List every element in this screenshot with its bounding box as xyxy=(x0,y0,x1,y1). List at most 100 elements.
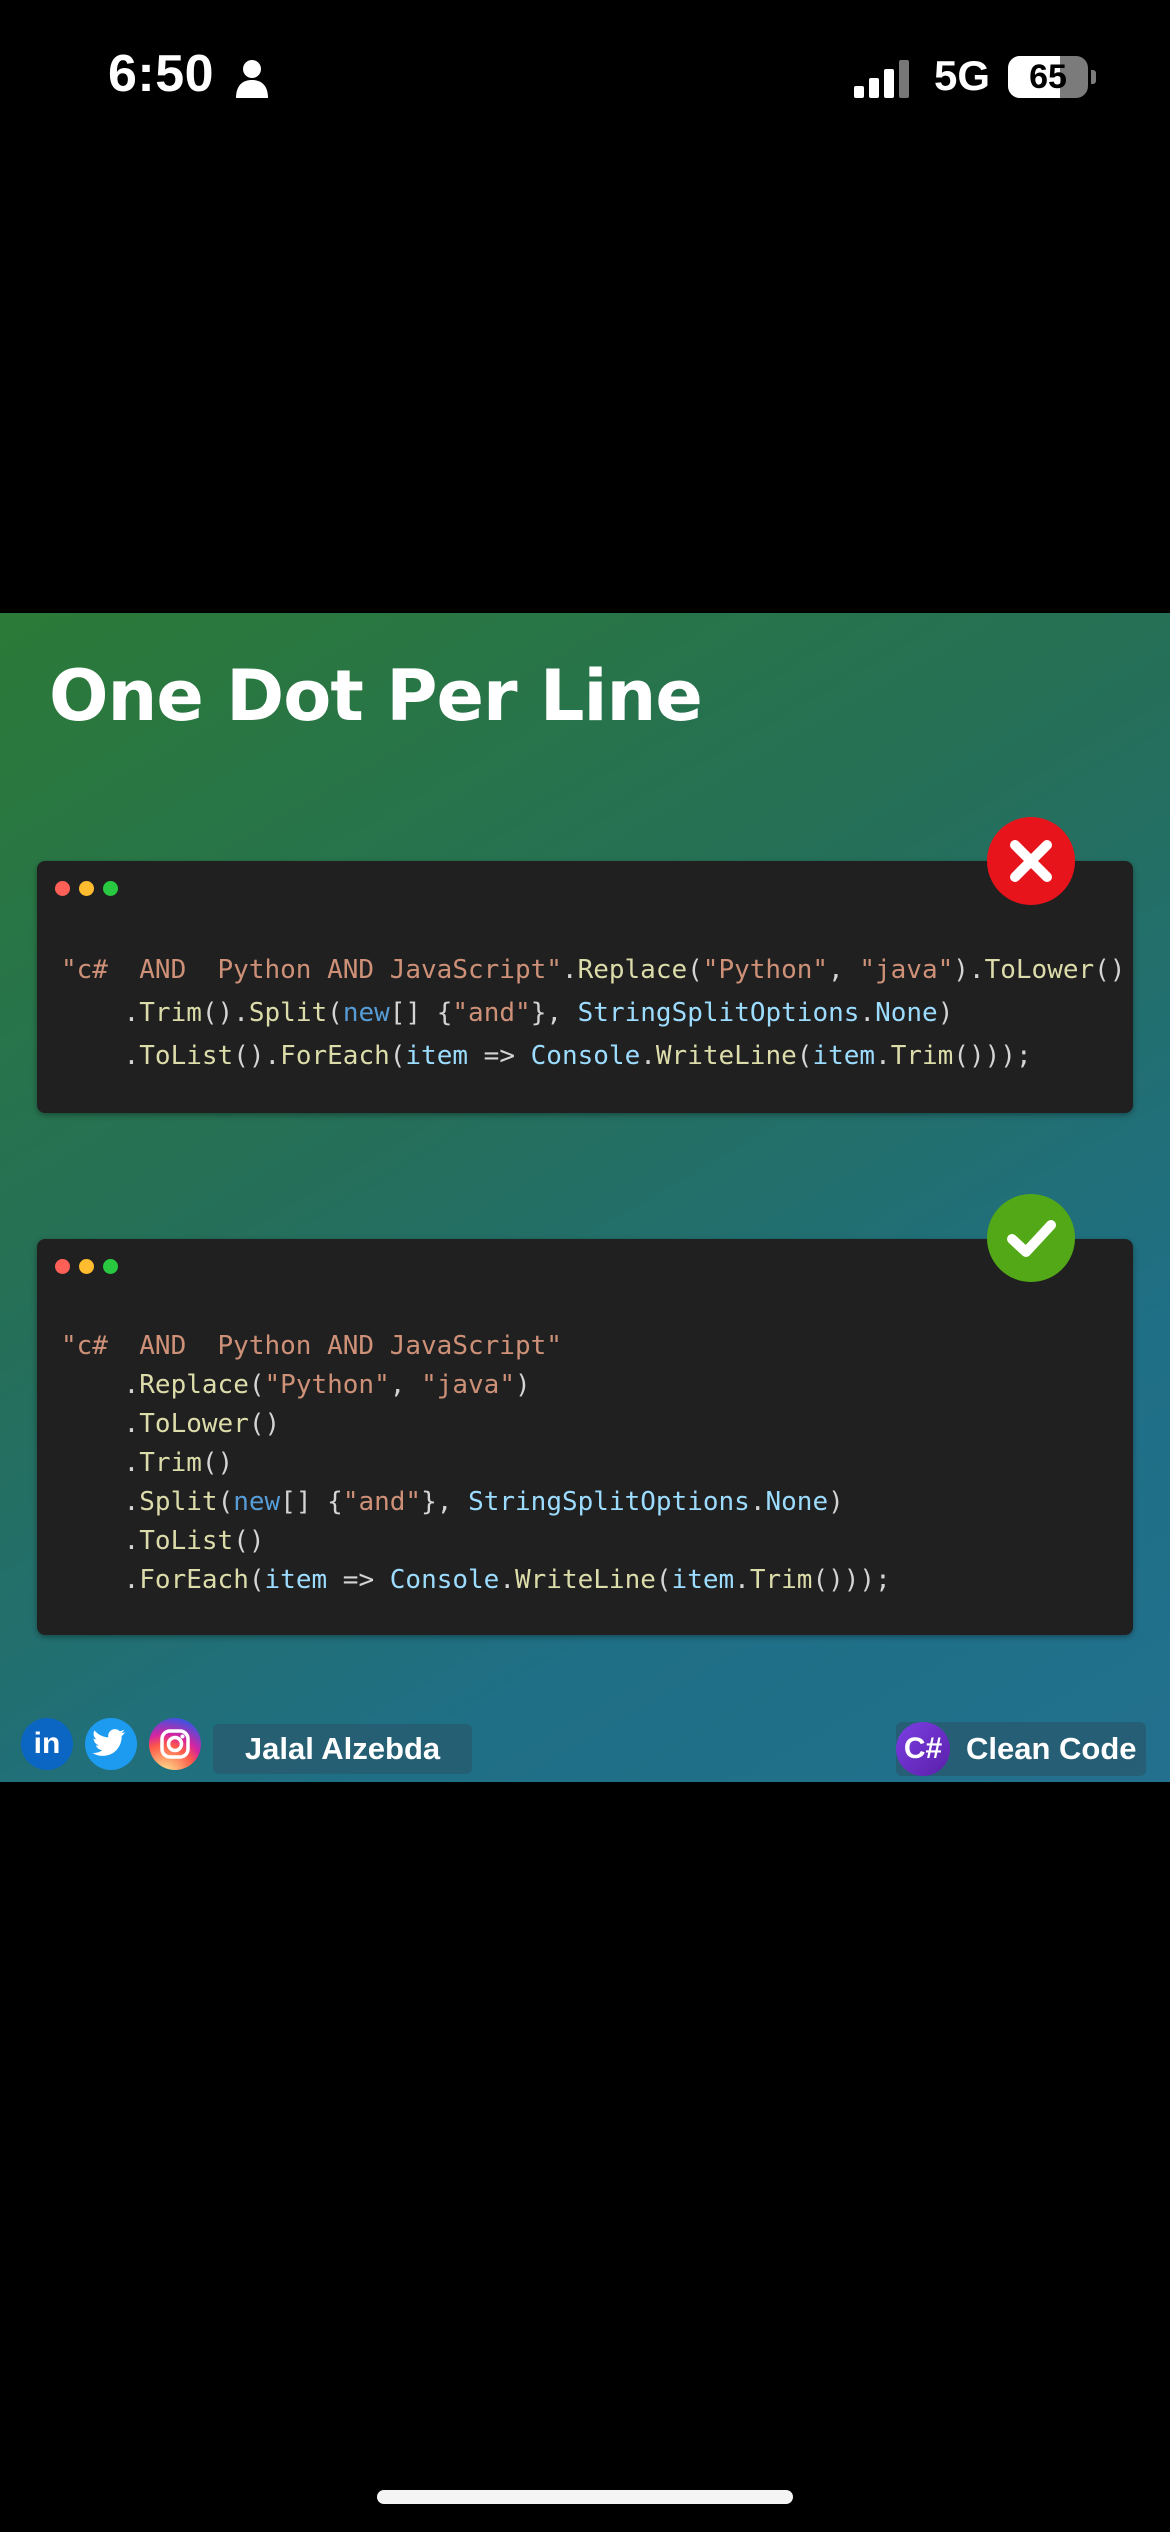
code-token: ())); xyxy=(812,1565,891,1595)
code-token: . xyxy=(859,998,876,1028)
code-line: .Trim().Split(new[] {"and"}, StringSplit… xyxy=(61,992,1125,1035)
author-name: Jalal Alzebda xyxy=(244,1731,441,1766)
status-time: 6:50 xyxy=(108,45,215,103)
code-token: ToList xyxy=(139,1041,234,1071)
code-token: [] { xyxy=(280,1487,343,1517)
code-token: => xyxy=(468,1041,531,1071)
code-token: StringSplitOptions xyxy=(577,998,860,1028)
code-line: .ToLower() xyxy=(61,1405,891,1444)
code-token: "Python" xyxy=(264,1370,390,1400)
brand-label: Clean Code xyxy=(966,1731,1137,1766)
code-token: new xyxy=(342,998,390,1028)
code-token: . xyxy=(61,998,140,1028)
code-token: "c# AND Python AND JavaScript" xyxy=(61,955,562,985)
code-token: . xyxy=(61,1487,140,1517)
code-token: () xyxy=(1094,955,1126,985)
code-token: . xyxy=(499,1565,515,1595)
close-icon xyxy=(987,817,1075,905)
home-indicator[interactable] xyxy=(377,2490,793,2504)
window-minimize-dot xyxy=(79,881,94,896)
window-controls xyxy=(55,881,127,897)
code-token: ForEach xyxy=(280,1041,390,1071)
code-token: . xyxy=(61,1565,140,1595)
code-token: ToList xyxy=(139,1526,234,1556)
code-token: WriteLine xyxy=(655,1041,797,1071)
code-token: (). xyxy=(233,1041,281,1071)
code-token: ForEach xyxy=(139,1565,249,1595)
code-token: Split xyxy=(248,998,328,1028)
code-token: . xyxy=(61,1526,140,1556)
code-token: ToLower xyxy=(984,955,1095,985)
code-token: item xyxy=(264,1565,328,1595)
code-token: . xyxy=(61,1370,140,1400)
post-card: One Dot Per Line "c# AND Python AND Java… xyxy=(0,613,1170,1782)
code-token: ( xyxy=(655,1565,672,1595)
window-close-dot xyxy=(55,1259,70,1274)
code-token: item xyxy=(812,1041,876,1071)
code-token: . xyxy=(61,1448,140,1478)
code-line: .Replace("Python", "java") xyxy=(61,1366,891,1405)
window-close-dot xyxy=(55,881,70,896)
code-token: () xyxy=(233,1526,265,1556)
code-token: ). xyxy=(953,955,985,985)
code-token: new xyxy=(233,1487,281,1517)
code-token: => xyxy=(327,1565,390,1595)
code-token: Console xyxy=(389,1565,500,1595)
code-token: Replace xyxy=(139,1370,249,1400)
author-chip: Jalal Alzebda xyxy=(213,1724,472,1774)
code-token: ) xyxy=(937,998,954,1028)
status-bar: 6:50 5G 65 xyxy=(0,0,1170,150)
code-token: . xyxy=(875,1041,891,1071)
code-line: "c# AND Python AND JavaScript" xyxy=(61,1327,891,1366)
window-controls xyxy=(55,1259,127,1275)
code-token: WriteLine xyxy=(515,1565,656,1595)
window-minimize-dot xyxy=(79,1259,94,1274)
code-token: "c# AND Python AND JavaScript" xyxy=(61,1331,562,1361)
linkedin-glyph: in xyxy=(33,1727,61,1760)
code-token: ( xyxy=(217,1487,234,1517)
bad-code-block: "c# AND Python AND JavaScript".Replace("… xyxy=(61,949,1125,1078)
code-line: "c# AND Python AND JavaScript".Replace("… xyxy=(61,949,1125,992)
code-token: Trim xyxy=(139,1448,202,1478)
code-token: ( xyxy=(389,1041,406,1071)
code-line: .ToList().ForEach(item => Console.WriteL… xyxy=(61,1035,1125,1078)
code-token: "Python" xyxy=(702,955,829,985)
code-line: .ForEach(item => Console.WriteLine(item.… xyxy=(61,1561,891,1600)
signal-icon xyxy=(854,60,909,98)
code-token: None xyxy=(875,998,938,1028)
code-token: "and" xyxy=(452,998,531,1028)
csharp-icon: C# xyxy=(896,1722,950,1776)
code-token: ( xyxy=(248,1565,265,1595)
code-token: ( xyxy=(687,955,703,985)
code-token: ( xyxy=(327,998,343,1028)
code-token: () xyxy=(248,1409,281,1439)
code-token: ) xyxy=(514,1370,531,1400)
code-token: "and" xyxy=(342,1487,422,1517)
bad-code-window: "c# AND Python AND JavaScript".Replace("… xyxy=(37,861,1133,1113)
code-token: . xyxy=(640,1041,656,1071)
code-token: . xyxy=(61,1409,140,1439)
code-token: Split xyxy=(139,1487,218,1517)
brand-chip: C# Clean Code xyxy=(896,1722,1146,1776)
code-token: "java" xyxy=(859,955,954,985)
code-token: Console xyxy=(530,1041,641,1071)
code-token: Trim xyxy=(139,998,202,1028)
code-token: "java" xyxy=(421,1370,515,1400)
instagram-icon[interactable] xyxy=(149,1718,201,1770)
code-line: .Split(new[] {"and"}, StringSplitOptions… xyxy=(61,1483,891,1522)
code-token: , xyxy=(828,955,860,985)
code-token: ) xyxy=(828,1487,844,1517)
code-token: (). xyxy=(201,998,249,1028)
post-title: One Dot Per Line xyxy=(49,655,703,737)
code-token: ( xyxy=(248,1370,265,1400)
linkedin-icon[interactable]: in xyxy=(21,1718,73,1770)
code-token: item xyxy=(405,1041,469,1071)
check-icon xyxy=(987,1194,1075,1282)
code-line: .ToList() xyxy=(61,1522,891,1561)
person-icon xyxy=(236,60,268,98)
code-token: . xyxy=(61,1041,140,1071)
code-token: Trim xyxy=(749,1565,813,1595)
twitter-icon[interactable] xyxy=(85,1718,137,1770)
code-token: Replace xyxy=(577,955,688,985)
code-token: ())); xyxy=(953,1041,1032,1071)
